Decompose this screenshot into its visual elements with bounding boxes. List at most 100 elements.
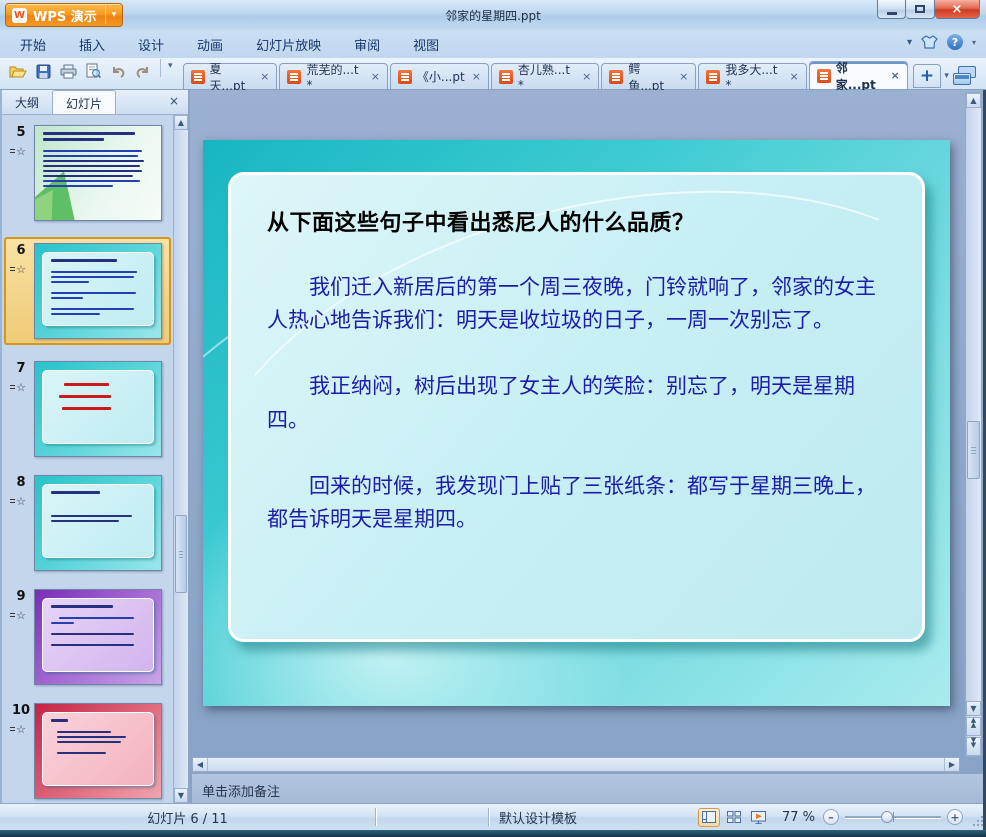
panel-scrollbar[interactable]: ▲ ▼: [173, 115, 188, 803]
tab-close-icon[interactable]: ×: [369, 70, 380, 83]
close-button[interactable]: ×: [935, 0, 980, 19]
switch-windows-button[interactable]: [952, 65, 978, 85]
panel-scroll-thumb[interactable]: [175, 515, 187, 593]
ppt-file-icon: [190, 69, 205, 84]
menu-insert[interactable]: 插入: [79, 35, 105, 54]
open-document-tabs: 夏天...pt × 荒芜的...t * × 《小...pt × 杏儿熟...t …: [182, 61, 953, 93]
skin-tshirt-icon[interactable]: [921, 35, 938, 49]
zoom-in-button[interactable]: +: [947, 809, 963, 825]
print-icon[interactable]: [58, 61, 78, 81]
doc-tab-active[interactable]: 邻家...pt ×: [808, 61, 908, 92]
slide-number-column: 8 ☆: [8, 475, 34, 571]
print-preview-icon[interactable]: [83, 61, 103, 81]
minimize-button[interactable]: [877, 0, 906, 19]
zoom-slider[interactable]: [845, 809, 941, 825]
slide-thumbnail-10[interactable]: 10 ☆: [6, 701, 171, 801]
previous-slide-button[interactable]: ▲ ▲: [966, 717, 981, 736]
scroll-thumb[interactable]: [967, 421, 980, 479]
slide-thumbnail-5[interactable]: 5 ☆: [6, 123, 171, 223]
double-up-icon: ▲: [970, 721, 977, 729]
outline-tab[interactable]: 大纲: [2, 90, 52, 114]
slide-title[interactable]: 从下面这些句子中看出悉尼人的什么品质？: [267, 205, 894, 237]
tab-list-caret-icon[interactable]: ▾: [941, 71, 953, 89]
slide-thumbnail-7[interactable]: 7 ☆: [6, 359, 171, 459]
menubar-right-tools: ▾ ? ▾: [907, 34, 976, 50]
help-icon[interactable]: ?: [946, 34, 963, 50]
thumbnail-content-box: [42, 484, 154, 558]
maximize-button[interactable]: [906, 0, 935, 19]
minimize-icon: [886, 11, 897, 15]
tab-close-icon[interactable]: ×: [258, 70, 269, 83]
thumbnail-text-lines: [43, 371, 153, 443]
slide-thumbnail-9[interactable]: 9 ☆: [6, 587, 171, 687]
panel-scroll-down-icon[interactable]: ▼: [174, 788, 188, 803]
document-tab-bar: ▾ 夏天...pt × 荒芜的...t * × 《小...pt × 杏儿熟...…: [0, 58, 986, 93]
view-mode-buttons: [697, 807, 770, 827]
thumbnail-text-lines: [43, 713, 153, 785]
menu-bar: 开始 插入 设计 动画 幻灯片放映 审阅 视图: [0, 30, 986, 58]
titlebar: W WPS 演示 ▾ 邻家的星期四.ppt ×: [0, 0, 986, 30]
tab-close-icon[interactable]: ×: [788, 70, 799, 83]
undo-icon[interactable]: [108, 61, 128, 81]
scroll-up-icon[interactable]: ▲: [966, 93, 981, 108]
doc-tab-label: 我多大...t *: [725, 63, 778, 92]
panel-close-icon[interactable]: ×: [160, 90, 188, 114]
tab-close-icon[interactable]: ×: [889, 69, 900, 82]
collapse-ribbon-icon[interactable]: ▾: [907, 37, 912, 48]
menu-review[interactable]: 审阅: [354, 35, 380, 54]
doc-tab-label: 鳄鱼...pt: [628, 61, 665, 93]
slide-number: 5: [16, 125, 26, 140]
doc-tab-2[interactable]: 荒芜的...t * ×: [279, 63, 388, 92]
slide-thumbnail-8[interactable]: 8 ☆: [6, 473, 171, 573]
toolbar-options-caret-icon[interactable]: ▾: [168, 61, 177, 81]
notes-panel[interactable]: 单击添加备注: [192, 772, 986, 803]
menu-animation[interactable]: 动画: [197, 35, 223, 54]
doc-tab-4[interactable]: 杏儿熟...t * ×: [490, 63, 600, 92]
notes-placeholder: 单击添加备注: [202, 785, 281, 800]
slide-paragraph-1[interactable]: 我们迁入新居后的第一个周三夜晚，门铃就响了，邻家的女主人热心地告诉我们：明天是收…: [267, 271, 894, 337]
menu-view[interactable]: 视图: [413, 35, 439, 54]
doc-tab-5[interactable]: 鳄鱼...pt ×: [601, 62, 697, 93]
slide-paragraph-2[interactable]: 我正纳闷，树后出现了女主人的笑脸：别忘了，明天是星期四。: [267, 370, 894, 436]
thumbnail-content-box: [42, 252, 154, 326]
panel-scroll-up-icon[interactable]: ▲: [174, 115, 188, 130]
slide-thumbnail-list: 5 ☆ 6 ☆ 7 ☆ 8 ☆ 9 ☆ 10 ☆: [4, 115, 171, 803]
scroll-right-icon[interactable]: ▶: [944, 758, 959, 771]
slide-paragraph-3[interactable]: 回来的时候，我发现门上贴了三张纸条：都写于星期三晚上，都告诉明天是星期四。: [267, 470, 894, 536]
slides-tab[interactable]: 幻灯片: [52, 90, 117, 114]
slide-canvas[interactable]: 从下面这些句子中看出悉尼人的什么品质？ 我们迁入新居后的第一个周三夜晚，门铃就响…: [203, 140, 950, 706]
horizontal-scrollbar[interactable]: ◀ ▶: [192, 757, 960, 772]
redo-icon[interactable]: [133, 61, 153, 81]
tab-close-icon[interactable]: ×: [470, 70, 481, 83]
zoom-out-button[interactable]: –: [823, 809, 839, 825]
animation-star-icon: ☆: [10, 723, 26, 736]
save-icon[interactable]: [33, 61, 53, 81]
scroll-left-icon[interactable]: ◀: [193, 758, 208, 771]
help-caret-icon[interactable]: ▾: [972, 38, 976, 47]
doc-tab-3[interactable]: 《小...pt ×: [389, 63, 489, 89]
open-file-icon[interactable]: [8, 61, 28, 81]
scroll-down-icon[interactable]: ▼: [966, 701, 981, 716]
menu-design[interactable]: 设计: [138, 35, 164, 54]
slideshow-button[interactable]: [748, 808, 770, 827]
tab-close-icon[interactable]: ×: [580, 70, 591, 83]
tab-close-icon[interactable]: ×: [677, 70, 688, 83]
panel-header: 大纲 幻灯片 ×: [2, 90, 188, 115]
next-slide-button[interactable]: ▼ ▼: [966, 737, 981, 756]
doc-tab-1[interactable]: 夏天...pt ×: [182, 62, 278, 93]
new-tab-button[interactable]: +: [912, 64, 942, 88]
zoom-slider-thumb[interactable]: [881, 811, 894, 823]
vertical-scrollbar[interactable]: ▲ ▼ ▲ ▲ ▼ ▼: [965, 92, 982, 757]
ppt-file-icon: [706, 69, 721, 84]
maximize-icon: [915, 5, 925, 13]
ppt-file-icon: [498, 69, 513, 84]
thumbnail-image: [34, 243, 162, 339]
menu-slideshow[interactable]: 幻灯片放映: [256, 35, 321, 54]
menu-home[interactable]: 开始: [20, 35, 46, 54]
slide-content-box[interactable]: 从下面这些句子中看出悉尼人的什么品质？ 我们迁入新居后的第一个周三夜晚，门铃就响…: [228, 172, 925, 642]
slide-sorter-button[interactable]: [723, 808, 745, 827]
slide-thumbnail-6-selected[interactable]: 6 ☆: [4, 237, 171, 345]
quick-access-toolbar: ▾: [0, 59, 183, 89]
doc-tab-6[interactable]: 我多大...t * ×: [698, 63, 807, 92]
normal-view-button[interactable]: [697, 807, 720, 827]
